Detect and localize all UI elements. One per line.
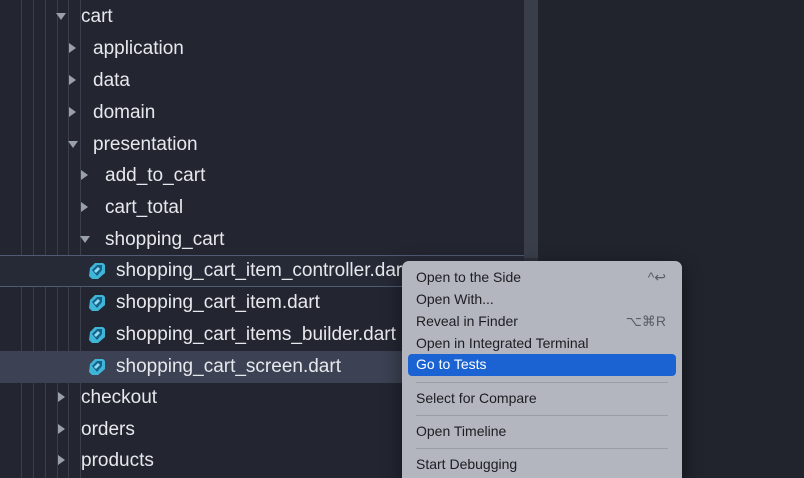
tree-item-label: orders bbox=[81, 419, 135, 440]
dart-file-icon bbox=[89, 295, 105, 311]
dart-file-icon bbox=[89, 327, 105, 343]
tree-item-label: shopping_cart bbox=[105, 229, 225, 250]
chevron-right-icon bbox=[81, 202, 88, 212]
tree-item-label: cart bbox=[81, 6, 113, 27]
chevron-down-icon bbox=[56, 13, 66, 20]
dart-file-icon bbox=[89, 263, 105, 279]
menu-item-open-timeline[interactable]: Open Timeline bbox=[408, 421, 676, 442]
tree-item-label: application bbox=[93, 38, 184, 59]
chevron-right-icon bbox=[58, 424, 65, 434]
chevron-right-icon bbox=[81, 170, 88, 180]
tree-folder-cart[interactable]: cart bbox=[0, 1, 524, 33]
tree-folder-data[interactable]: data bbox=[0, 65, 524, 97]
tree-item-label: cart_total bbox=[105, 197, 184, 218]
menu-item-go-to-tests[interactable]: Go to Tests bbox=[408, 354, 676, 376]
tree-item-label: domain bbox=[93, 102, 156, 123]
tree-folder-presentation[interactable]: presentation bbox=[0, 129, 524, 161]
tree-item-label: shopping_cart_items_builder.dart bbox=[116, 324, 396, 345]
context-menu: Open to the Side ^↩ Open With... Reveal … bbox=[402, 261, 682, 478]
menu-item-select-for-compare[interactable]: Select for Compare bbox=[408, 388, 676, 409]
explorer-scrollbar-thumb[interactable] bbox=[524, 0, 538, 258]
tree-item-label: presentation bbox=[93, 134, 198, 155]
chevron-right-icon bbox=[58, 455, 65, 465]
tree-item-label: shopping_cart_item_controller.dart bbox=[116, 260, 408, 281]
tree-item-label: shopping_cart_screen.dart bbox=[116, 356, 341, 377]
shortcut-hint: ^↩ bbox=[647, 269, 666, 285]
menu-item-open-in-terminal[interactable]: Open in Integrated Terminal bbox=[408, 333, 676, 354]
menu-separator bbox=[416, 415, 668, 416]
menu-item-open-to-side[interactable]: Open to the Side ^↩ bbox=[408, 267, 676, 288]
tree-item-label: data bbox=[93, 70, 130, 91]
tree-folder-cart-total[interactable]: cart_total bbox=[0, 192, 524, 224]
chevron-right-icon bbox=[69, 75, 76, 85]
tree-folder-application[interactable]: application bbox=[0, 33, 524, 65]
tree-item-label: products bbox=[81, 450, 154, 471]
chevron-down-icon bbox=[80, 236, 90, 243]
dart-file-icon bbox=[89, 359, 105, 375]
chevron-right-icon bbox=[58, 392, 65, 402]
menu-separator bbox=[416, 382, 668, 383]
menu-item-reveal-in-finder[interactable]: Reveal in Finder ⌥⌘R bbox=[408, 311, 676, 332]
chevron-down-icon bbox=[68, 141, 78, 148]
tree-item-label: shopping_cart_item.dart bbox=[116, 292, 320, 313]
tree-folder-shopping-cart[interactable]: shopping_cart bbox=[0, 224, 524, 256]
menu-separator bbox=[416, 448, 668, 449]
menu-item-start-debugging[interactable]: Start Debugging bbox=[408, 454, 676, 475]
tree-item-label: add_to_cart bbox=[105, 165, 206, 186]
shortcut-hint: ⌥⌘R bbox=[625, 313, 666, 329]
chevron-right-icon bbox=[69, 107, 76, 117]
menu-item-open-with[interactable]: Open With... bbox=[408, 289, 676, 310]
tree-item-label: checkout bbox=[81, 387, 158, 408]
tree-folder-domain[interactable]: domain bbox=[0, 97, 524, 129]
vscode-window: cart application data domain presentatio… bbox=[0, 0, 804, 478]
chevron-right-icon bbox=[69, 43, 76, 53]
tree-folder-add-to-cart[interactable]: add_to_cart bbox=[0, 160, 524, 192]
